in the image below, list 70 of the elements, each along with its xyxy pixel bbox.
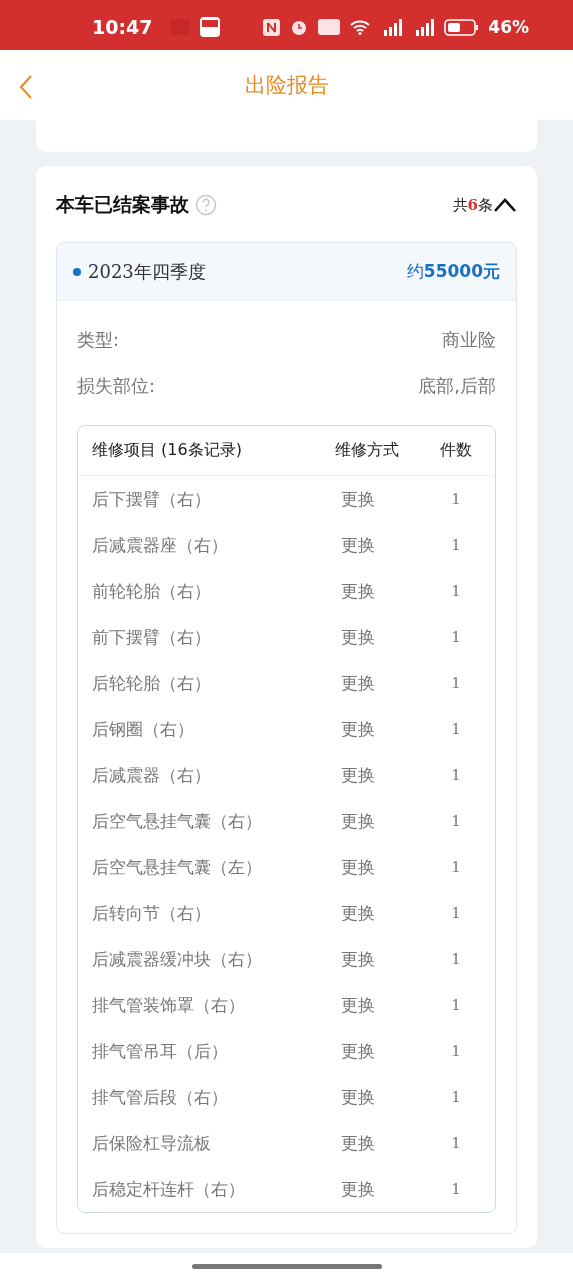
table-cell-text: 排气管后段（右） — [92, 1085, 229, 1109]
table-cell-text: 更换 — [340, 717, 376, 741]
table-cell-text: 1 — [450, 674, 462, 692]
field-value: 底部,后部 — [418, 374, 496, 398]
table-cell-text: 后转向节（右） — [92, 901, 212, 925]
table-cell-text: 1 — [450, 720, 462, 738]
table-cell-text: 更换 — [340, 533, 376, 557]
table-cell-text: 后减震器（右） — [92, 763, 212, 787]
table-cell-text: 更换 — [340, 1177, 376, 1201]
column-header: 维修方式 — [335, 440, 400, 461]
wifi-icon — [350, 19, 371, 35]
table-cell-text: 1 — [450, 766, 462, 784]
status-time: 10:47 — [92, 16, 153, 38]
table-cell-text: 1 — [450, 858, 462, 876]
table-cell-text: 1 — [450, 582, 462, 600]
loss-amount: 约55000元 — [406, 260, 500, 283]
table-cell-text: 后减震器座（右） — [92, 533, 229, 557]
table-cell-text: 后空气悬挂气囊（右） — [92, 809, 263, 833]
table-cell-text: 后下摆臂（右） — [92, 487, 212, 511]
table-cell-text: 后减震器缓冲块（右） — [92, 947, 263, 971]
collapse-icon[interactable] — [493, 197, 517, 213]
table-cell-text: 1 — [450, 536, 462, 554]
table-cell-text: 前轮轮胎（右） — [92, 579, 212, 603]
section-title: 本车已结案事故 — [56, 192, 189, 217]
table-cell-text: 排气管吊耳（后） — [92, 1039, 229, 1063]
bullet-dot — [73, 267, 81, 276]
table-cell-text: 更换 — [340, 1085, 376, 1109]
table-cell-text: 后空气悬挂气囊（左） — [92, 855, 263, 879]
table-cell-text: 更换 — [340, 809, 376, 833]
table-cell-text: 后稳定杆连杆（右） — [92, 1177, 246, 1201]
table-cell-text: 更换 — [340, 901, 376, 925]
table-cell-text: 更换 — [340, 1131, 376, 1155]
table-cell-text: 后钢圈（右） — [92, 717, 195, 741]
battery-level: 46% — [488, 17, 529, 37]
table-cell-text: 1 — [450, 812, 462, 830]
table-cell-text: 后轮轮胎（右） — [92, 671, 212, 695]
table-cell-text: 1 — [450, 1180, 462, 1198]
record-count: 共6条 — [452, 195, 493, 215]
table-cell-text: 后保险杠导流板 — [92, 1131, 212, 1155]
field-label: 类型: — [77, 328, 120, 352]
table-cell-text: 1 — [450, 1042, 462, 1060]
help-icon[interactable] — [195, 194, 217, 216]
table-cell-text: 1 — [450, 1134, 462, 1152]
table-cell-text: 更换 — [340, 993, 376, 1017]
table-cell-text: 1 — [450, 950, 462, 968]
table-cell-text: 1 — [450, 490, 462, 508]
table-cell-text: 更换 — [340, 1039, 376, 1063]
table-cell-text: 1 — [450, 628, 462, 646]
accident-period: 2023年四季度 — [88, 259, 206, 284]
table-cell-text: 更换 — [340, 947, 376, 971]
column-header: 件数 — [439, 440, 473, 461]
table-cell-text: 更换 — [340, 625, 376, 649]
field-value: 商业险 — [442, 328, 496, 352]
table-cell-text: 更换 — [340, 487, 376, 511]
table-cell-text: 前下摆臂（右） — [92, 625, 212, 649]
table-cell-text: 排气管装饰罩（右） — [92, 993, 246, 1017]
table-cell-text: 1 — [450, 904, 462, 922]
column-header: 维修项目 (16条记录) — [92, 440, 243, 461]
table-cell-text: 更换 — [340, 763, 376, 787]
nfc-icon — [263, 18, 281, 36]
table-cell-text: 更换 — [340, 855, 376, 879]
field-label: 损失部位: — [77, 374, 156, 398]
table-cell-text: 1 — [450, 996, 462, 1014]
table-cell-text: 1 — [450, 1088, 462, 1106]
table-cell-text: 更换 — [340, 671, 376, 695]
alarm-icon — [290, 18, 309, 36]
table-cell-text: 更换 — [340, 579, 376, 603]
back-icon[interactable] — [18, 74, 34, 100]
page-title: 出险报告 — [244, 72, 329, 99]
battery-icon — [444, 18, 479, 36]
